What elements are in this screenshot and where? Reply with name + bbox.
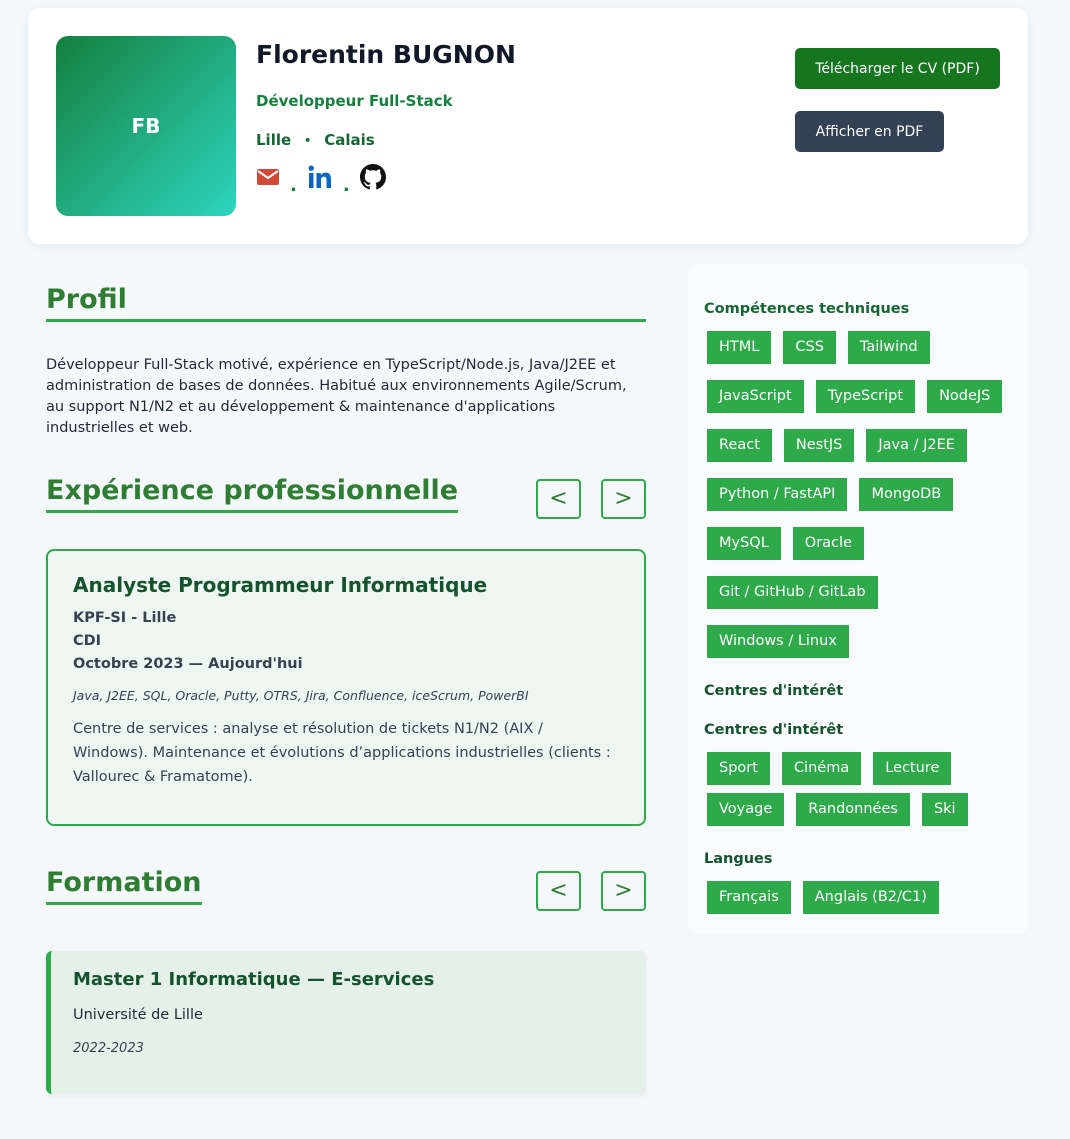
social-links: . . [256,164,386,196]
experience-section-title: Expérience professionnelle [46,475,459,513]
languages-list: Français Anglais (B2/C1) [707,881,1017,922]
skill-tag: TypeScript [815,380,916,413]
skill-tag: HTML [707,331,772,364]
github-icon[interactable] [359,164,386,194]
profile-section-title: Profil [46,284,646,322]
education-degree: Master 1 Informatique — E-services [73,969,435,990]
experience-company: KPF-SI - Lille [73,610,177,626]
skill-tag: MySQL [707,527,781,560]
experience-contract: CDI [73,633,102,649]
skill-tag: Oracle [792,527,864,560]
education-section-title: Formation [46,867,202,905]
education-next-button[interactable]: > [601,871,646,911]
experience-card: Analyste Programmeur Informatique KPF-SI… [46,549,646,826]
interests-heading-2: Centres d'intérêt [704,722,844,738]
locations: Lille • Calais [256,131,375,149]
skill-tag: Java / J2EE [866,429,967,462]
experience-next-button[interactable]: > [601,479,646,519]
education-years: 2022-2023 [73,1041,144,1056]
social-separator: . [290,174,297,196]
view-pdf-button[interactable]: Afficher en PDF [795,111,944,152]
experience-job-title: Analyste Programmeur Informatique [73,573,488,597]
interest-tag: Lecture [873,752,952,785]
sidebar: Compétences techniques HTML CSS Tailwind… [688,264,1028,934]
education-card: Master 1 Informatique — E-services Unive… [46,951,646,1094]
interest-tag: Cinéma [781,752,862,785]
language-tag: Français [707,881,791,914]
skill-tag: Windows / Linux [707,625,849,658]
skills-heading: Compétences techniques [704,301,910,317]
skill-tag: NestJS [783,429,855,462]
experience-period: Octobre 2023 — Aujourd'hui [73,656,303,672]
profile-summary: Développeur Full-Stack motivé, expérienc… [46,357,627,436]
interest-tag: Voyage [707,793,785,826]
experience-technologies: Java, J2EE, SQL, Oracle, Putty, OTRS, Ji… [73,688,529,703]
interest-tag: Sport [707,752,770,785]
education-school: Université de Lille [73,1007,203,1023]
skill-tag: MongoDB [859,478,954,511]
experience-prev-button[interactable]: < [536,479,581,519]
skills-list: HTML CSS Tailwind JavaScript TypeScript … [707,331,1017,674]
job-title: Développeur Full-Stack [256,92,453,110]
avatar: FB [56,36,236,216]
languages-heading: Langues [704,851,773,867]
location-lille: Lille [256,131,292,149]
skill-tag: Python / FastAPI [707,478,848,511]
download-cv-button[interactable]: Télécharger le CV (PDF) [795,48,1000,89]
mail-icon[interactable] [256,168,280,190]
skill-tag: Tailwind [847,331,930,364]
full-name: Florentin BUGNON [256,40,516,69]
header-card: FB Florentin BUGNON Développeur Full-Sta… [28,8,1028,244]
location-separator: • [304,133,312,147]
interests-list: Sport Cinéma Lecture Voyage Randonnées S… [707,752,1017,834]
interest-tag: Ski [921,793,968,826]
linkedin-icon[interactable] [307,164,333,194]
location-calais: Calais [324,131,375,149]
skill-tag: CSS [783,331,836,364]
skill-tag: Git / GitHub / GitLab [707,576,878,609]
skill-tag: React [707,429,772,462]
interests-heading-1: Centres d'intérêt [704,683,844,699]
language-tag: Anglais (B2/C1) [802,881,939,914]
skill-tag: NodeJS [927,380,1003,413]
education-prev-button[interactable]: < [536,871,581,911]
skill-tag: JavaScript [707,380,804,413]
interest-tag: Randonnées [796,793,910,826]
experience-description: Centre de services : analyse et résoluti… [73,721,611,785]
social-separator: . [342,174,350,196]
